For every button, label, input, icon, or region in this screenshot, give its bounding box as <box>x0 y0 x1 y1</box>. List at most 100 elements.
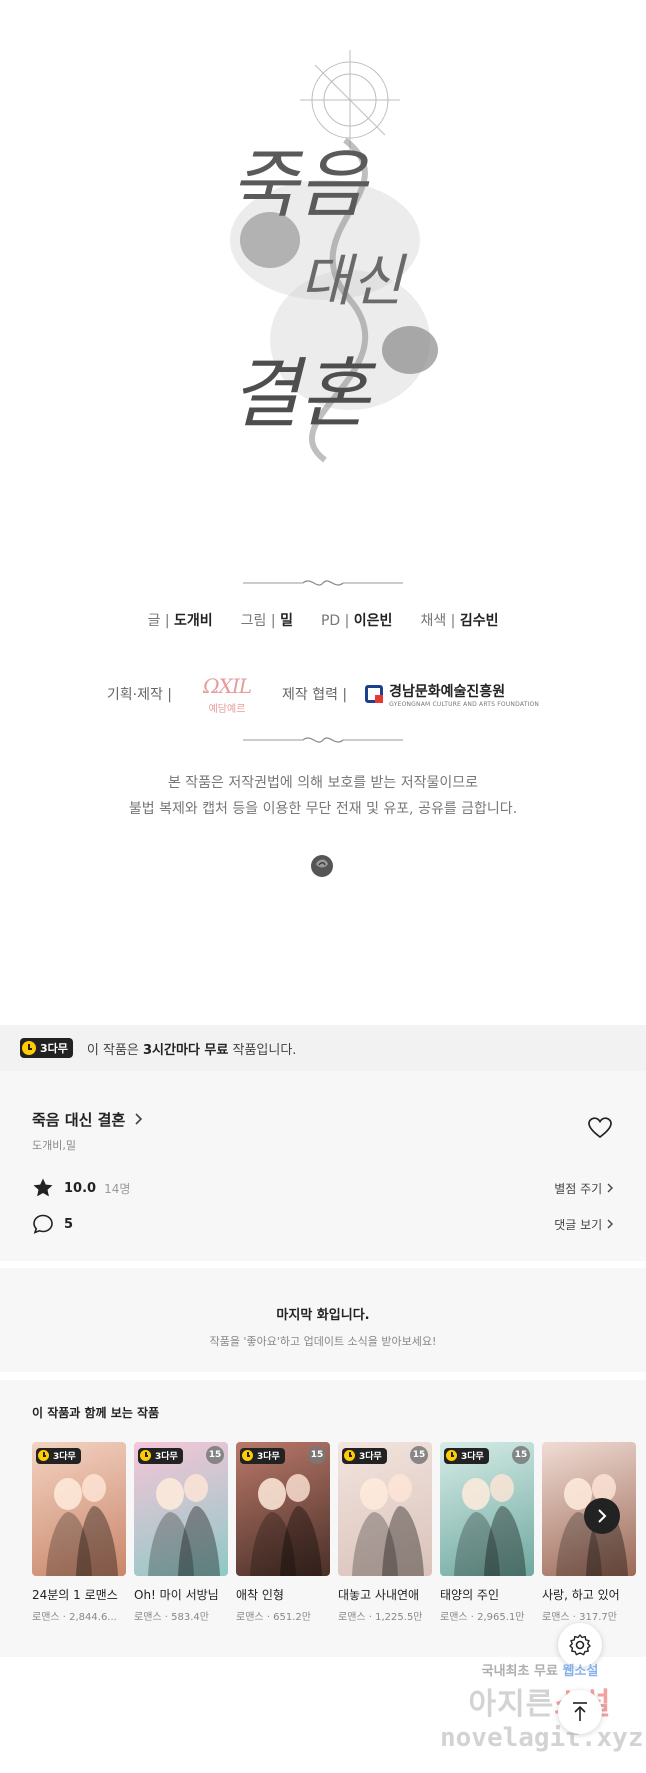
ornament-divider-top <box>243 580 403 586</box>
age-rating-badge: 15 <box>308 1446 326 1464</box>
production-credits: 기획·제작 | ΩXIL 예담예르 제작 협력 | 경남문화예술진흥원 GYEO… <box>0 664 646 724</box>
recommendation-thumbnail[interactable]: 3다무 15 <box>236 1442 330 1576</box>
watermark-line-2: 아지른소설 <box>468 1687 610 1722</box>
recommendations-title: 이 작품과 함께 보는 작품 <box>32 1406 160 1420</box>
viewer-page: 죽음 대신 결혼 글 | 도개비 그림 | 밀 PD | 이은빈 채색 | 김수… <box>0 0 646 1773</box>
chevron-right-icon <box>607 1219 613 1228</box>
cover-title-2: 대신 <box>300 249 408 314</box>
comment-icon <box>33 1214 53 1234</box>
recommendation-title: 대놓고 사내연애 <box>338 1588 420 1602</box>
rating-value: 10.0 <box>64 1180 97 1196</box>
series-title-link[interactable]: 죽음 대신 결혼 <box>32 1109 144 1130</box>
writer-name: 도개비 <box>174 613 213 629</box>
recommendation-title: 태양의 주인 <box>440 1588 500 1602</box>
coop-logo: 경남문화예술진흥원 GYEONGNAM CULTURE AND ARTS FOU… <box>365 681 539 708</box>
last-episode-notice: 마지막 화입니다. 작품을 '좋아요'하고 업데이트 소식을 받아보세요! <box>0 1268 646 1372</box>
chevron-right-icon <box>607 1183 613 1192</box>
last-episode-title: 마지막 화입니다. <box>276 1308 370 1323</box>
production-logo-text: 예담예르 <box>208 703 246 715</box>
watermark-line-3: novelagit.xyz <box>440 1723 644 1753</box>
copyright-notice: 본 작품은 저작권법에 의해 보호를 받는 저작물이므로 불법 복제와 캡처 등… <box>0 770 646 822</box>
cover-title-3: 결혼 <box>230 349 377 438</box>
scroll-top-button[interactable] <box>558 1690 602 1734</box>
view-comments-button[interactable]: 댓글 보기 <box>554 1216 614 1233</box>
episode-image: 죽음 대신 결혼 글 | 도개비 그림 | 밀 PD | 이은빈 채색 | 김수… <box>0 0 646 1025</box>
recommendation-thumbnail[interactable]: 3다무 15 <box>338 1442 432 1576</box>
recommendation-title: Oh! 마이 서방님 <box>134 1588 219 1602</box>
series-title: 죽음 대신 결혼 <box>32 1111 126 1129</box>
copyright-line-1: 본 작품은 저작권법에 의해 보호를 받는 저작물이므로 <box>167 775 479 791</box>
last-episode-subtitle: 작품을 '좋아요'하고 업데이트 소식을 받아보세요! <box>209 1335 437 1348</box>
recommendation-thumbnail[interactable]: 3다무 15 <box>134 1442 228 1576</box>
production-logo: ΩXIL 예담예르 <box>190 664 264 724</box>
recommendation-title: 24분의 1 로맨스 <box>32 1588 118 1602</box>
recommendation-list: 3다무 24분의 1 로맨스로맨스 · 2,844.6... 3다무 15 Oh! 마이… <box>32 1442 636 1623</box>
chevron-right-icon <box>598 1509 607 1523</box>
copyright-line-2: 불법 복제와 캡처 등을 이용한 무단 전재 및 유포, 공유를 금합니다. <box>128 801 518 817</box>
wait-free-badge: 3다무 <box>20 1038 73 1058</box>
age-rating-badge: 15 <box>206 1446 224 1464</box>
ornament-divider-bottom <box>243 737 403 743</box>
recommendation-card[interactable]: 3다무 15 애착 인형로맨스 · 651.2만 <box>236 1442 330 1623</box>
series-info: 죽음 대신 결혼 도개비,밀 10.0 14명 별점 주기 5 댓글 보기 <box>0 1071 646 1261</box>
recommendation-meta: 로맨스 · 583.4만 <box>134 1612 209 1623</box>
gear-icon <box>569 1634 591 1656</box>
recommendation-card[interactable]: 3다무 15 대놓고 사내연애로맨스 · 1,225.5만 <box>338 1442 432 1623</box>
recommendation-meta: 로맨스 · 2,965.1만 <box>440 1612 525 1623</box>
recommendation-card[interactable]: 3다무 15 Oh! 마이 서방님로맨스 · 583.4만 <box>134 1442 228 1623</box>
recommendation-thumbnail[interactable]: 3다무 <box>32 1442 126 1576</box>
watermark-line-1: 국내최초 무료 웹소설 <box>481 1664 599 1679</box>
clock-icon <box>446 1450 457 1461</box>
like-heart-icon[interactable] <box>588 1117 612 1139</box>
pd-name: 이은빈 <box>353 613 393 629</box>
recommendation-meta: 로맨스 · 1,225.5만 <box>338 1612 423 1623</box>
colorist-name: 김수빈 <box>459 613 499 629</box>
coop-logo-icon <box>365 685 384 703</box>
age-rating-badge: 15 <box>410 1446 428 1464</box>
production-role: 기획·제작 | <box>106 687 173 703</box>
free-banner: 3다무 이 작품은 3시간마다 무료 작품입니다. <box>0 1025 646 1071</box>
recommendations: 이 작품과 함께 보는 작품 3다무 24분의 1 로맨스로맨스 · 2,844.… <box>0 1380 646 1657</box>
wait-free-badge: 3다무 <box>444 1447 489 1464</box>
age-rating-badge: 15 <box>512 1446 530 1464</box>
rate-button[interactable]: 별점 주기 <box>554 1180 614 1197</box>
series-author: 도개비,밀 <box>32 1139 76 1152</box>
wait-free-badge: 3다무 <box>240 1447 285 1464</box>
rating-row: 10.0 14명 별점 주기 <box>32 1177 614 1199</box>
production-logo-mark: ΩXIL <box>203 673 252 698</box>
star-icon <box>33 1178 53 1197</box>
recommendation-title: 사랑, 하고 있어 <box>542 1588 620 1602</box>
chevron-right-icon <box>135 1113 143 1125</box>
clock-icon <box>344 1450 355 1461</box>
recommendation-card[interactable]: 3다무 24분의 1 로맨스로맨스 · 2,844.6... <box>32 1442 126 1623</box>
color-role: 채색 | <box>420 613 456 629</box>
recommendation-meta: 로맨스 · 651.2만 <box>236 1612 311 1623</box>
recommendation-meta: 로맨스 · 2,844.6... <box>32 1612 117 1623</box>
cover-title-1: 죽음 <box>230 142 370 228</box>
comment-count: 5 <box>64 1216 74 1232</box>
coop-role: 제작 협력 | <box>282 687 348 703</box>
coop-name: 경남문화예술진흥원 <box>389 683 506 700</box>
next-arrow-button[interactable] <box>584 1498 620 1534</box>
recommendation-thumbnail[interactable]: 3다무 15 <box>440 1442 534 1576</box>
clock-icon <box>22 1041 36 1055</box>
clock-icon <box>242 1450 253 1461</box>
recommendation-card[interactable]: 사랑, 하고 있어로맨스 · 317.7만 <box>542 1442 636 1623</box>
clock-icon <box>140 1450 151 1461</box>
artist-name: 밀 <box>280 613 293 629</box>
rose-icon <box>311 855 333 877</box>
coop-sub: GYEONGNAM CULTURE AND ARTS FOUNDATION <box>389 700 540 708</box>
wait-free-badge: 3다무 <box>138 1447 183 1464</box>
clock-icon <box>38 1450 49 1461</box>
watermark: 국내최초 무료 웹소설 아지른소설 novelagit.xyz <box>440 1660 644 1753</box>
wait-free-badge: 3다무 <box>342 1447 387 1464</box>
artist-role: 그림 | <box>240 613 276 629</box>
recommendation-meta: 로맨스 · 317.7만 <box>542 1612 617 1623</box>
recommendation-card[interactable]: 3다무 15 태양의 주인로맨스 · 2,965.1만 <box>440 1442 534 1623</box>
wait-free-badge: 3다무 <box>36 1447 81 1464</box>
comment-row: 5 댓글 보기 <box>32 1213 614 1235</box>
writer-role: 글 | <box>147 613 170 629</box>
cover-illustration: 죽음 대신 결혼 <box>230 50 438 463</box>
pd-role: PD | <box>320 613 350 629</box>
recommendation-title: 애착 인형 <box>236 1588 284 1602</box>
